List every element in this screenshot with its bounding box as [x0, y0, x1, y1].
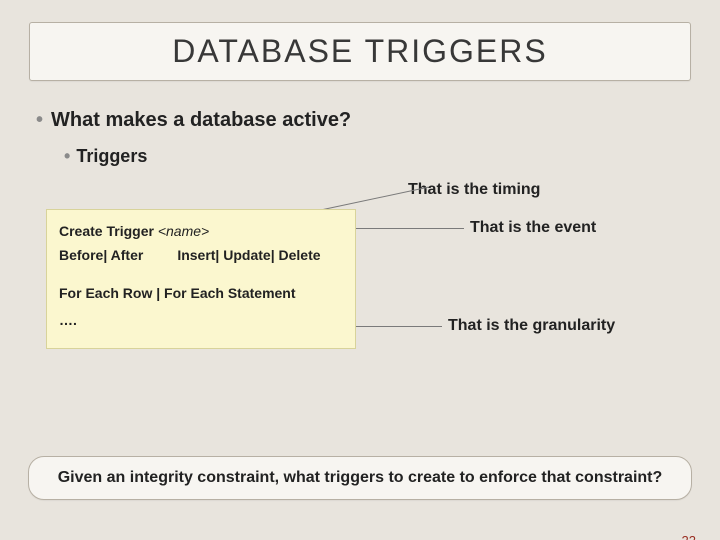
- slide-title: DATABASE TRIGGERS: [30, 33, 690, 70]
- bullet-level1-text: What makes a database active?: [51, 109, 351, 131]
- code-text: Create Trigger: [59, 223, 158, 239]
- bullet-icon: •: [64, 146, 70, 166]
- arrow-event: [350, 228, 464, 229]
- title-bar: DATABASE TRIGGERS: [29, 22, 691, 81]
- bullet-level1: • What makes a database active?: [36, 109, 720, 132]
- page-number: 22: [682, 533, 696, 540]
- bottom-question-text: Given an integrity constraint, what trig…: [58, 469, 663, 486]
- annotation-timing: That is the timing: [408, 181, 540, 199]
- diagram-area: That is the timing That is the event Tha…: [0, 177, 720, 387]
- annotation-event: That is the event: [470, 219, 596, 237]
- code-line-2: Before| After Insert| Update| Delete: [59, 244, 343, 268]
- annotation-granularity: That is the granularity: [448, 317, 615, 335]
- code-line-1: Create Trigger <name>: [59, 220, 343, 244]
- bullet-level2-text: Triggers: [76, 146, 147, 166]
- bottom-question-box: Given an integrity constraint, what trig…: [28, 456, 692, 500]
- code-line-3: For Each Row | For Each Statement: [59, 282, 343, 306]
- code-text: Before| After: [59, 247, 143, 263]
- content-area: • What makes a database active? • Triggers: [36, 109, 720, 167]
- bullet-level2: • Triggers: [64, 146, 720, 167]
- code-box: Create Trigger <name> Before| After Inser…: [46, 209, 356, 349]
- slide: DATABASE TRIGGERS • What makes a database…: [0, 22, 720, 540]
- code-placeholder: <name>: [158, 223, 209, 239]
- code-text: Insert| Update| Delete: [177, 247, 320, 263]
- code-line-4: ….: [59, 309, 343, 333]
- bullet-icon: •: [36, 109, 43, 131]
